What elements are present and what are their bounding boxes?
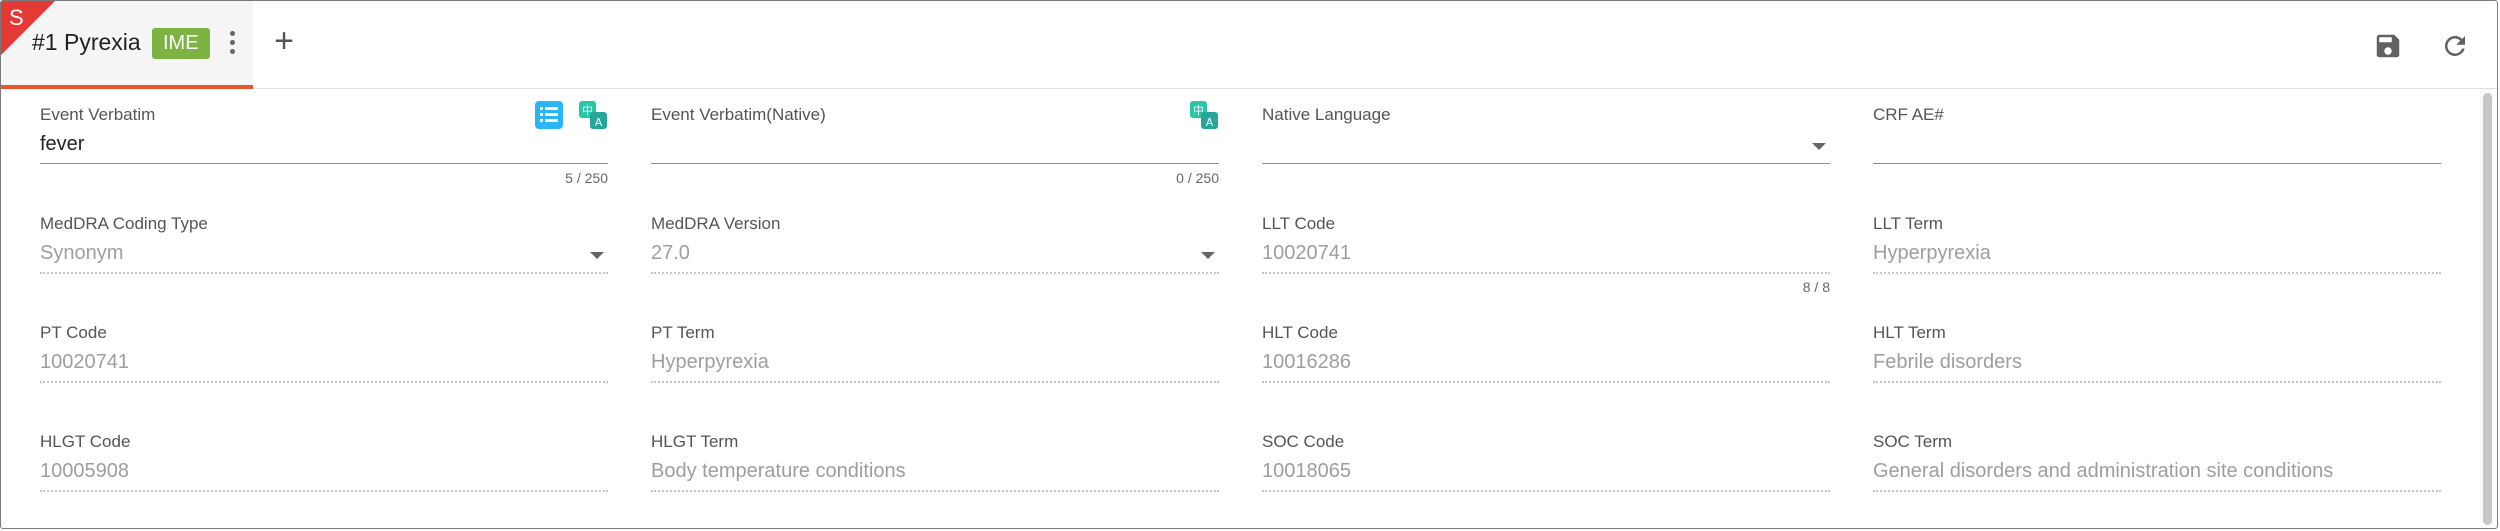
meddra-coding-type-select: Synonym <box>40 242 124 264</box>
pt-code-value: 10020741 <box>40 351 129 373</box>
refresh-icon <box>2444 35 2465 56</box>
more-vert-icon[interactable] <box>226 31 238 59</box>
native-language-underline <box>1262 163 1830 164</box>
soc-term-field: SOC Term General disorders and administr… <box>1873 420 2443 520</box>
event-verbatim-label: Event Verbatim <box>40 105 156 124</box>
soc-term-value: General disorders and administration sit… <box>1873 460 2334 482</box>
native-language-label: Native Language <box>1262 105 1391 124</box>
soc-code-field: SOC Code 10018065 <box>1262 420 1832 520</box>
pt-code-underline <box>40 381 608 383</box>
hlgt-term-underline <box>651 490 1219 492</box>
pt-code-field: PT Code 10020741 <box>40 311 610 411</box>
soc-term-underline <box>1873 490 2441 492</box>
llt-code-counter: 8 / 8 <box>1802 279 1830 295</box>
chevron-down-icon <box>1201 252 1215 259</box>
meddra-coding-type-field: MedDRA Coding Type Synonym <box>40 202 610 302</box>
hlgt-code-label: HLGT Code <box>40 432 131 451</box>
corner-flag-letter: S <box>9 5 24 30</box>
meddra-coding-type-underline <box>40 272 608 274</box>
crf-ae-field[interactable]: CRF AE# <box>1873 93 2443 193</box>
svg-text:中: 中 <box>582 104 593 117</box>
hlt-term-label: HLT Term <box>1873 323 1946 342</box>
save-button[interactable] <box>2373 31 2403 61</box>
hlgt-code-value: 10005908 <box>40 460 129 482</box>
hlt-code-underline <box>1262 381 1830 383</box>
soc-term-label: SOC Term <box>1873 432 1953 451</box>
refresh-button[interactable] <box>2440 31 2470 61</box>
svg-text:A: A <box>595 116 603 129</box>
tab-pyrexia[interactable]: S #1 Pyrexia IME <box>1 1 253 89</box>
list-icon[interactable] <box>534 100 564 130</box>
llt-code-underline <box>1262 272 1830 274</box>
event-coding-panel: S #1 Pyrexia IME + Event Verbatim 中 A fe… <box>0 0 2498 529</box>
event-verbatim-field[interactable]: Event Verbatim 中 A fever 5 / 250 <box>40 93 610 193</box>
svg-text:中: 中 <box>1193 104 1204 117</box>
crf-ae-underline <box>1873 163 2441 164</box>
crf-ae-label: CRF AE# <box>1873 105 1944 124</box>
soc-code-label: SOC Code <box>1262 432 1345 451</box>
pt-term-label: PT Term <box>651 323 715 342</box>
hlgt-term-field: HLGT Term Body temperature conditions <box>651 420 1221 520</box>
meddra-version-underline <box>651 272 1219 274</box>
soc-code-underline <box>1262 490 1830 492</box>
hlt-code-value: 10016286 <box>1262 351 1351 373</box>
meddra-version-label: MedDRA Version <box>651 214 781 233</box>
event-verbatim-native-underline <box>651 163 1219 164</box>
meddra-version-field: MedDRA Version 27.0 <box>651 202 1221 302</box>
chevron-down-icon[interactable] <box>1812 143 1826 150</box>
save-icon <box>2376 34 2400 58</box>
hlt-term-value: Febrile disorders <box>1873 351 2022 373</box>
llt-term-underline <box>1873 272 2441 274</box>
llt-code-field: LLT Code 10020741 8 / 8 <box>1262 202 1832 302</box>
hlt-code-label: HLT Code <box>1262 323 1338 342</box>
translate-icon[interactable]: 中 A <box>1189 100 1219 130</box>
event-verbatim-underline <box>40 163 608 164</box>
svg-text:A: A <box>1206 116 1214 129</box>
meddra-version-select: 27.0 <box>651 242 690 264</box>
llt-term-value: Hyperpyrexia <box>1873 242 1991 264</box>
pt-code-label: PT Code <box>40 323 107 342</box>
event-verbatim-input[interactable]: fever <box>40 133 84 156</box>
add-tab-button[interactable]: + <box>267 24 301 59</box>
event-verbatim-native-counter: 0 / 250 <box>1176 170 1219 186</box>
native-language-field[interactable]: Native Language <box>1262 93 1832 193</box>
pt-term-value: Hyperpyrexia <box>651 351 769 373</box>
pt-term-field: PT Term Hyperpyrexia <box>651 311 1221 411</box>
pt-term-underline <box>651 381 1219 383</box>
translate-icon[interactable]: 中 A <box>578 100 608 130</box>
tab-title: #1 Pyrexia <box>32 29 141 55</box>
llt-term-field: LLT Term Hyperpyrexia <box>1873 202 2443 302</box>
hlt-code-field: HLT Code 10016286 <box>1262 311 1832 411</box>
event-verbatim-native-label: Event Verbatim(Native) <box>651 105 826 124</box>
event-verbatim-counter: 5 / 250 <box>565 170 608 186</box>
chevron-down-icon <box>590 252 604 259</box>
ime-badge: IME <box>152 28 210 59</box>
hlt-term-underline <box>1873 381 2441 383</box>
llt-code-value: 10020741 <box>1262 242 1351 264</box>
soc-code-value: 10018065 <box>1262 460 1351 482</box>
meddra-coding-type-label: MedDRA Coding Type <box>40 214 208 233</box>
hlgt-term-value: Body temperature conditions <box>651 460 906 482</box>
hlgt-code-underline <box>40 490 608 492</box>
event-verbatim-native-field[interactable]: Event Verbatim(Native) 中 A 0 / 250 <box>651 93 1221 193</box>
hlgt-code-field: HLGT Code 10005908 <box>40 420 610 520</box>
hlgt-term-label: HLGT Term <box>651 432 739 451</box>
llt-code-label: LLT Code <box>1262 214 1336 233</box>
scrollbar-thumb[interactable] <box>2483 93 2492 525</box>
llt-term-label: LLT Term <box>1873 214 1943 233</box>
tab-bar: S #1 Pyrexia IME + <box>1 1 2497 89</box>
hlt-term-field: HLT Term Febrile disorders <box>1873 311 2443 411</box>
